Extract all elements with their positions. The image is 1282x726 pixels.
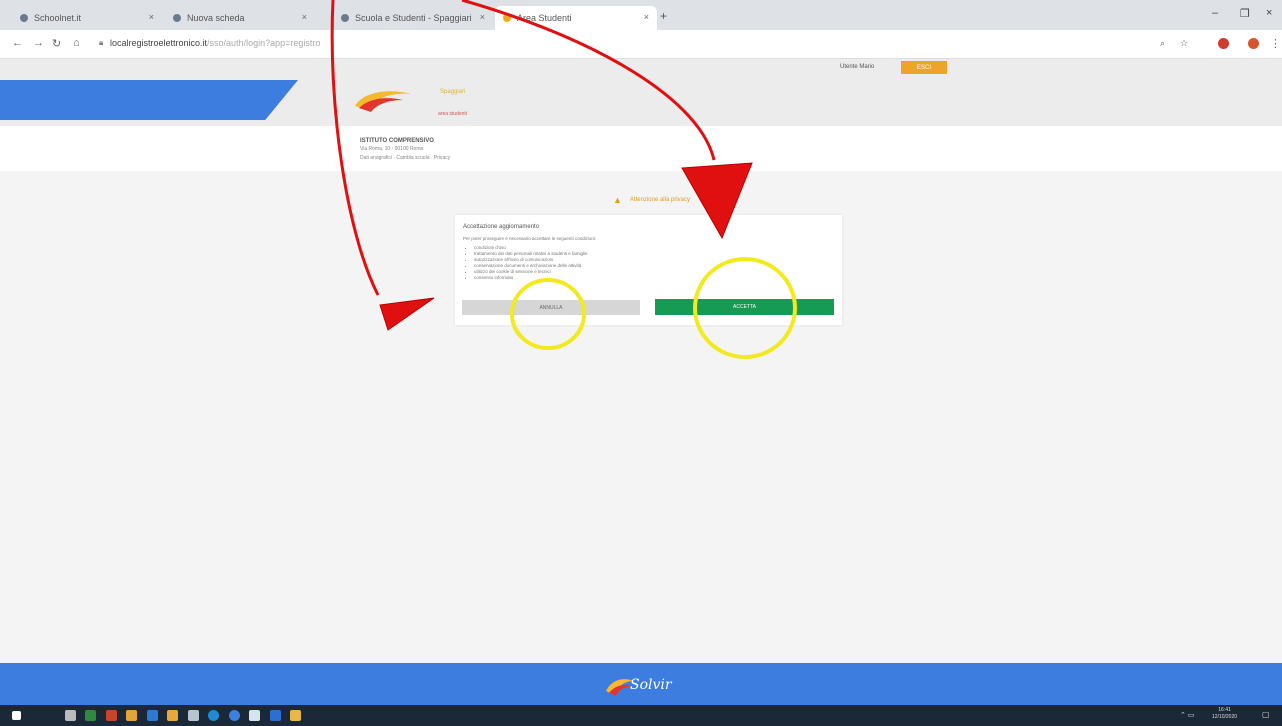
dialog-intro: Per poter proseguire è necessario accett…: [463, 236, 597, 241]
forward-icon[interactable]: →: [33, 37, 44, 49]
close-tab-icon[interactable]: ×: [302, 12, 307, 22]
home-icon[interactable]: ⌂: [73, 37, 80, 49]
outlook-taskbar-icon[interactable]: [146, 710, 158, 721]
site-favicon-icon: [20, 14, 28, 22]
tab-title: Scuola e Studenti - Spaggiari: [355, 13, 472, 23]
dialog-title: Accettazione aggiornamento: [463, 224, 540, 230]
powerpoint-taskbar-icon[interactable]: [105, 710, 117, 721]
taskbar-clock[interactable]: 16:41 12/10/2020: [1212, 707, 1237, 721]
warning-icon: ▲: [613, 195, 622, 205]
tab-title: Schoolnet.it: [34, 13, 82, 23]
store-taskbar-icon[interactable]: [167, 710, 178, 721]
back-icon[interactable]: ←: [12, 37, 23, 49]
school-address: Via Roma, 10 - 00100 Roma: [360, 146, 424, 152]
close-tab-icon[interactable]: ×: [480, 12, 485, 22]
lock-icon[interactable]: 🔒︎: [99, 38, 103, 48]
vlc-taskbar-icon[interactable]: [249, 710, 260, 721]
user-name: Utente Mario: [840, 64, 875, 70]
task-view-taskbar-icon[interactable]: [64, 710, 76, 721]
reload-icon[interactable]: ↻: [52, 37, 61, 50]
media-taskbar-icon[interactable]: [208, 710, 219, 721]
browser-tab-active[interactable]: Area Studenti ×: [495, 6, 657, 30]
accept-button[interactable]: ACCETTA: [655, 299, 834, 315]
mail-taskbar-icon[interactable]: [269, 710, 281, 721]
browser-tab[interactable]: Nuova scheda ×: [165, 6, 315, 30]
profile-avatar[interactable]: [1248, 38, 1259, 49]
search-icon[interactable]: ⌕: [1160, 38, 1165, 49]
browser-tab[interactable]: Schoolnet.it ×: [12, 6, 162, 30]
tab-title: Nuova scheda: [187, 13, 245, 23]
extension-icon[interactable]: [1218, 38, 1229, 49]
system-tray[interactable]: ⌃ ▭: [1180, 711, 1194, 719]
site-favicon-icon: [173, 14, 181, 22]
close-tab-icon[interactable]: ×: [644, 12, 649, 22]
school-info-bar: [0, 126, 1282, 171]
header-banner: [0, 80, 298, 120]
star-icon[interactable]: ☆: [1180, 38, 1188, 49]
school-name: ISTITUTO COMPRENSIVO: [360, 138, 434, 144]
notification-icon[interactable]: ▢: [1262, 710, 1270, 719]
logout-button[interactable]: ESCI: [901, 61, 947, 74]
footer-logo-text: Solvir: [630, 677, 672, 693]
chrome-taskbar-icon[interactable]: [228, 710, 240, 721]
url-text[interactable]: localregistroelettronico.it/sso/auth/log…: [110, 38, 320, 48]
new-tab-icon[interactable]: +: [660, 9, 667, 23]
site-logo-icon: [355, 91, 411, 112]
site-favicon-icon: [503, 14, 511, 22]
minimize-icon[interactable]: –: [1212, 7, 1218, 19]
excel-taskbar-icon[interactable]: [85, 710, 96, 721]
close-tab-icon[interactable]: ×: [149, 12, 154, 22]
maximize-icon[interactable]: ❐: [1240, 7, 1250, 20]
people-taskbar-icon[interactable]: [187, 710, 199, 721]
warning-text: Attenzione alla privacy: [629, 197, 690, 203]
tab-title: Area Studenti: [517, 13, 572, 23]
privacy-warning: ▲ Attenzione alla privacy: [613, 195, 690, 205]
logo-subtext: area studenti: [438, 111, 467, 117]
folder-taskbar-icon[interactable]: [290, 710, 301, 721]
close-window-icon[interactable]: ×: [1266, 7, 1272, 19]
menu-icon[interactable]: ⋮: [1270, 37, 1281, 50]
list-item: consenso informato: [474, 275, 588, 281]
logo-text: Spaggiari: [440, 89, 466, 95]
school-links[interactable]: Dati anagrafici · Cambia scuola · Privac…: [360, 155, 450, 161]
start-taskbar-icon[interactable]: [12, 711, 21, 720]
conditions-list: condizioni d'uso trattamento dei dati pe…: [466, 245, 588, 282]
browser-tab[interactable]: Scuola e Studenti - Spaggiari ×: [333, 6, 493, 30]
notes-taskbar-icon[interactable]: [126, 710, 137, 721]
site-favicon-icon: [341, 14, 349, 22]
browser-tab-strip: Schoolnet.it × Nuova scheda × Scuola e S…: [0, 0, 1282, 30]
red-arrowhead-icon: [379, 297, 435, 331]
cancel-button[interactable]: ANNULLA: [462, 300, 640, 315]
